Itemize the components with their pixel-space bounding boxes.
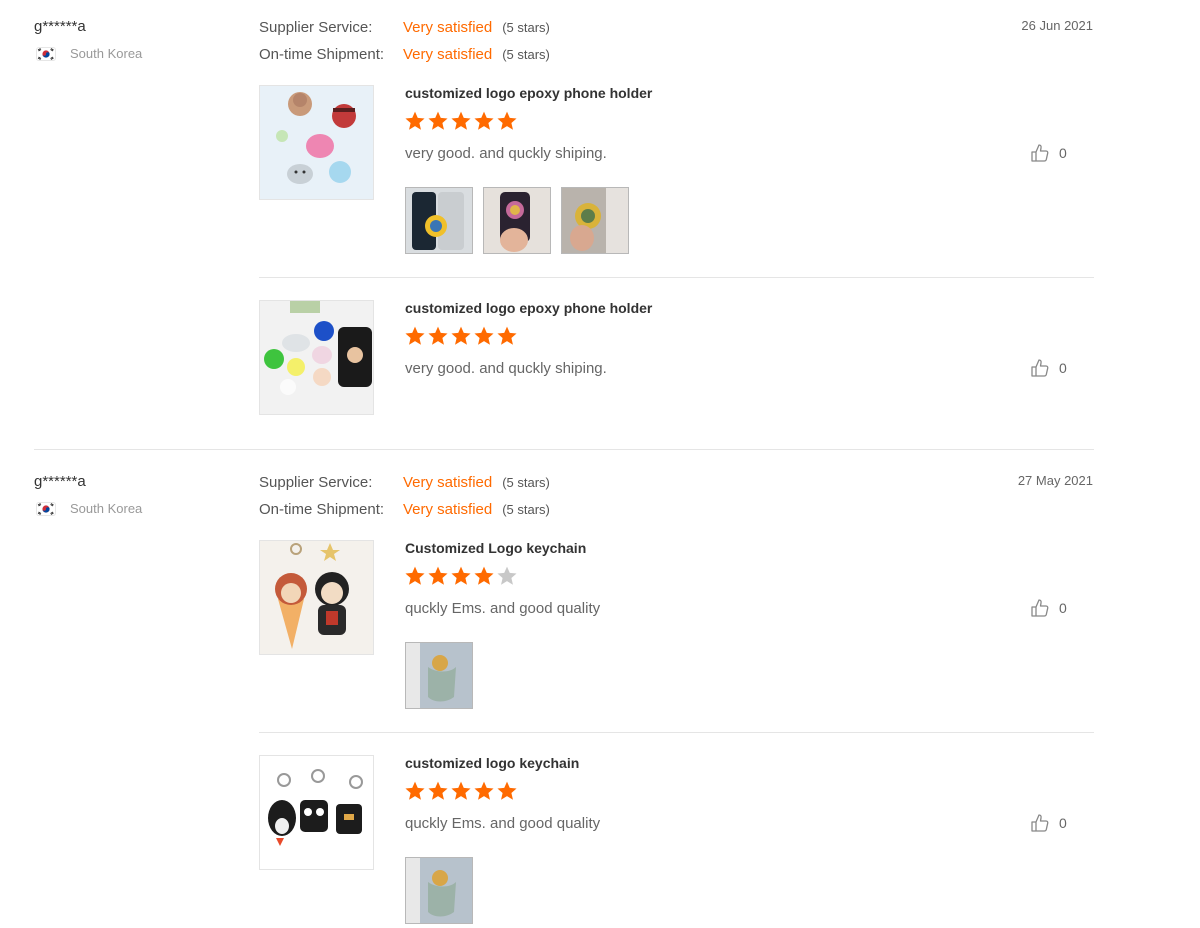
rating-label: On-time Shipment:	[259, 501, 385, 518]
product-name[interactable]: Customized Logo keychain	[405, 540, 586, 556]
shipment-rating: On-time Shipment: Very satisfied (5 star…	[259, 501, 550, 518]
south-korea-flag-icon	[36, 501, 56, 516]
star-filled-icon	[474, 566, 494, 585]
rating-value: Very satisfied	[403, 46, 493, 63]
product-name[interactable]: customized logo keychain	[405, 755, 579, 771]
shipment-rating: On-time Shipment: Very satisfied (5 star…	[259, 46, 550, 63]
review-date: 27 May 2021	[1017, 473, 1093, 488]
star-filled-icon	[497, 781, 517, 800]
review-comment: quckly Ems. and good quality	[405, 600, 601, 617]
review-photos	[405, 642, 483, 709]
rating-value: Very satisfied	[403, 501, 493, 518]
star-filled-icon	[451, 111, 471, 130]
review-divider	[34, 449, 1094, 450]
like-button[interactable]: 0	[1030, 358, 1067, 378]
product-review: Customized Logo keychain quckly Ems. and…	[259, 540, 1094, 720]
product-star-rating	[404, 110, 519, 132]
reviewer-country: South Korea	[36, 501, 142, 516]
star-filled-icon	[405, 781, 425, 800]
product-star-rating	[404, 780, 519, 802]
product-star-rating	[404, 325, 519, 347]
review-photo[interactable]	[405, 642, 473, 709]
star-filled-icon	[428, 111, 448, 130]
south-korea-flag-icon	[36, 46, 56, 61]
star-filled-icon	[451, 781, 471, 800]
like-count: 0	[1059, 360, 1067, 376]
star-filled-icon	[428, 326, 448, 345]
review-date: 26 Jun 2021	[1021, 18, 1093, 33]
review-photo[interactable]	[483, 187, 551, 254]
product-review: customized logo keychain quckly Ems. and…	[259, 755, 1094, 925]
star-filled-icon	[474, 326, 494, 345]
rating-stars-text: (5 stars)	[502, 502, 550, 517]
supplier-service-rating: Supplier Service: Very satisfied (5 star…	[259, 19, 550, 36]
like-count: 0	[1059, 815, 1067, 831]
rating-label: Supplier Service:	[259, 19, 373, 36]
like-button[interactable]: 0	[1030, 143, 1067, 163]
thumbs-up-icon	[1031, 359, 1049, 377]
review-comment: quckly Ems. and good quality	[405, 815, 601, 832]
product-thumbnail[interactable]	[259, 300, 374, 415]
star-filled-icon	[451, 566, 471, 585]
product-thumbnail[interactable]	[259, 85, 374, 200]
product-thumbnail[interactable]	[259, 540, 374, 655]
star-filled-icon	[428, 781, 448, 800]
reviewer-name: g******a	[34, 473, 86, 490]
star-empty-icon	[497, 566, 517, 585]
review-card: g******a South Korea Supplier Service: V…	[0, 455, 1200, 928]
rating-stars-text: (5 stars)	[502, 20, 550, 35]
star-filled-icon	[497, 111, 517, 130]
review-comment: very good. and quckly shiping.	[405, 360, 607, 377]
product-name[interactable]: customized logo epoxy phone holder	[405, 300, 652, 316]
product-review: customized logo epoxy phone holder very …	[259, 85, 1094, 265]
like-count: 0	[1059, 145, 1067, 161]
review-photo[interactable]	[405, 187, 473, 254]
country-name: South Korea	[70, 46, 143, 61]
star-filled-icon	[405, 111, 425, 130]
review-comment: very good. and quckly shiping.	[405, 145, 607, 162]
divider	[259, 277, 1094, 278]
review-photo[interactable]	[405, 857, 473, 924]
thumbs-up-icon	[1031, 599, 1049, 617]
rating-stars-text: (5 stars)	[502, 47, 550, 62]
star-filled-icon	[428, 566, 448, 585]
supplier-service-rating: Supplier Service: Very satisfied (5 star…	[259, 474, 550, 491]
product-star-rating	[404, 565, 519, 587]
review-card: g******a South Korea Supplier Service: V…	[0, 0, 1200, 450]
like-count: 0	[1059, 600, 1067, 616]
product-name[interactable]: customized logo epoxy phone holder	[405, 85, 652, 101]
rating-value: Very satisfied	[403, 19, 493, 36]
reviewer-name: g******a	[34, 18, 86, 35]
rating-label: On-time Shipment:	[259, 46, 385, 63]
star-filled-icon	[474, 781, 494, 800]
review-photo[interactable]	[561, 187, 629, 254]
review-photos	[405, 857, 483, 924]
country-name: South Korea	[70, 501, 143, 516]
reviewer-country: South Korea	[36, 46, 142, 61]
rating-stars-text: (5 stars)	[502, 475, 550, 490]
reviews-list: g******a South Korea Supplier Service: V…	[0, 0, 1200, 928]
star-filled-icon	[497, 326, 517, 345]
product-thumbnail[interactable]	[259, 755, 374, 870]
star-filled-icon	[451, 326, 471, 345]
star-filled-icon	[474, 111, 494, 130]
divider	[259, 732, 1094, 733]
like-button[interactable]: 0	[1030, 813, 1067, 833]
thumbs-up-icon	[1031, 814, 1049, 832]
review-photos	[405, 187, 639, 254]
product-review: customized logo epoxy phone holder very …	[259, 300, 1094, 420]
rating-label: Supplier Service:	[259, 474, 373, 491]
rating-value: Very satisfied	[403, 474, 493, 491]
thumbs-up-icon	[1031, 144, 1049, 162]
star-filled-icon	[405, 326, 425, 345]
like-button[interactable]: 0	[1030, 598, 1067, 618]
star-filled-icon	[405, 566, 425, 585]
